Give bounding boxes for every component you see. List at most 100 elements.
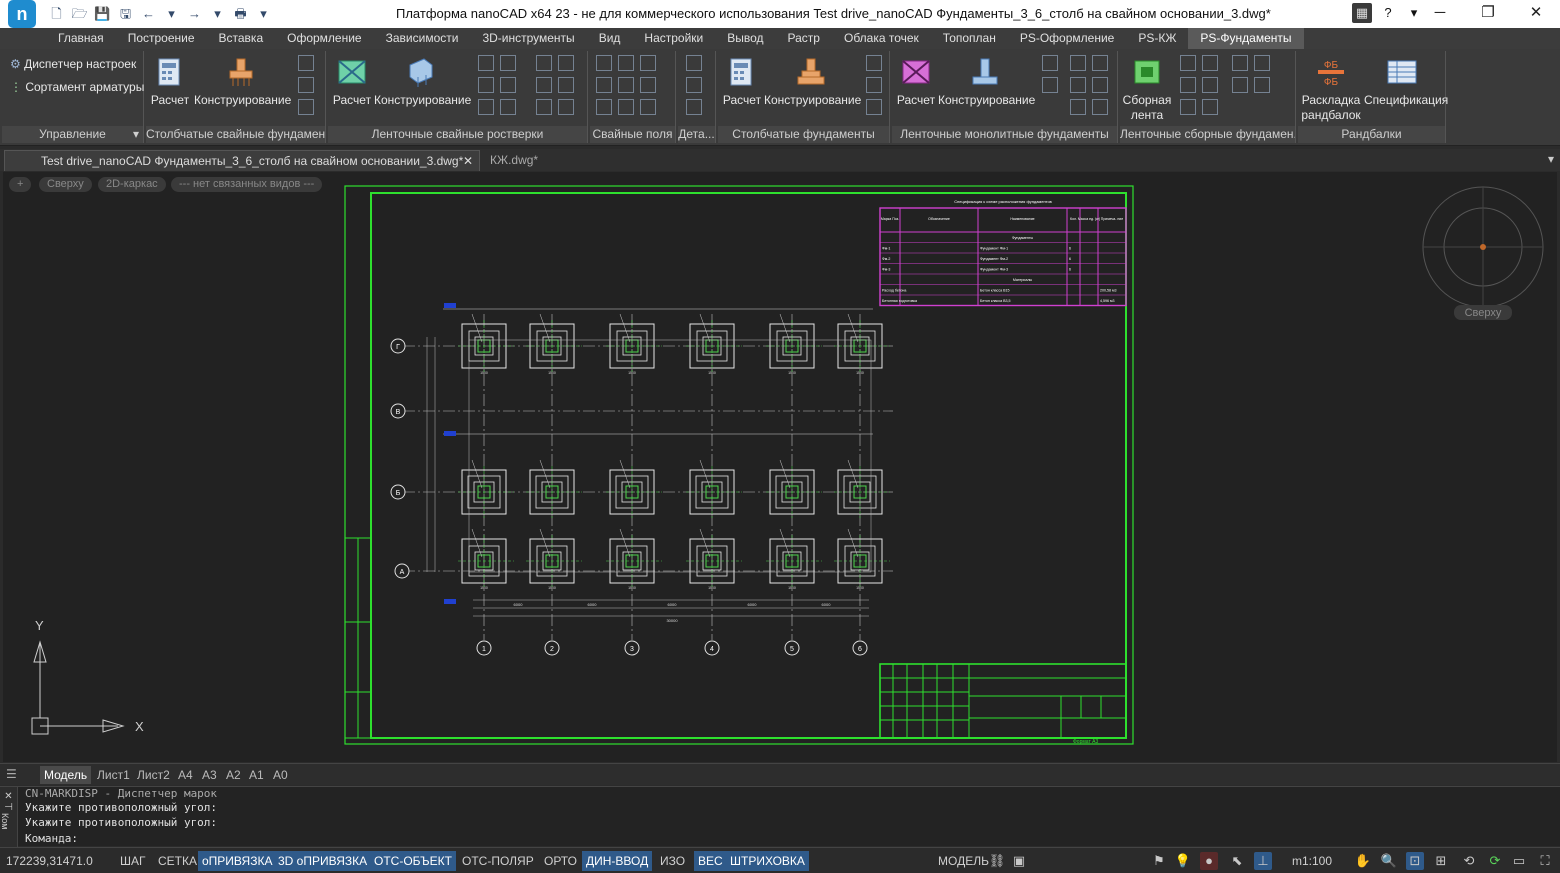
tab-a4[interactable]: А4 (174, 766, 197, 784)
p5-small-tools[interactable] (866, 55, 884, 115)
pile-field-tools[interactable] (596, 55, 636, 115)
refresh-icon[interactable]: ⟳ (1486, 852, 1504, 870)
foundation[interactable]: 1500 (526, 528, 582, 590)
design-button[interactable]: Конструирование (194, 55, 291, 108)
panel-manage-label[interactable]: Управление ▾ (2, 126, 143, 143)
foundation[interactable] (526, 459, 582, 518)
foundation[interactable]: 1500 (766, 313, 822, 375)
close-command-icon[interactable]: ✕ (0, 791, 17, 802)
foundation[interactable] (766, 459, 822, 518)
orbit-icon[interactable]: ⟲ (1460, 852, 1478, 870)
app-logo[interactable]: n (8, 0, 36, 28)
cursor-coordinates[interactable]: 172239,31471.0 (2, 851, 97, 871)
zoom-window-icon[interactable]: ⊡ (1406, 852, 1424, 870)
pin-command-icon[interactable]: ⊣ (0, 802, 17, 813)
foundation[interactable]: 1500 (766, 528, 822, 590)
close-button[interactable]: ✕ (1512, 0, 1560, 28)
tab-insert[interactable]: Вставка (207, 28, 276, 49)
pile-field-tools-2[interactable] (640, 55, 658, 115)
status-toggle[interactable]: ОТС-ОБЪЕКТ (370, 851, 456, 871)
settings-manager-button[interactable]: ⚙ Диспетчер настроек (10, 57, 136, 71)
save-as-icon[interactable]: 🖫 (117, 6, 134, 22)
foundation[interactable]: 1500 (686, 528, 742, 590)
fullscreen-icon[interactable]: ⛶ (1536, 852, 1554, 870)
foundation[interactable]: 1500 (458, 528, 514, 590)
minimize-button[interactable]: ─ (1416, 0, 1464, 28)
maximize-button[interactable]: ❐ (1464, 0, 1512, 28)
p1-small-tools[interactable] (298, 55, 316, 115)
status-toggle[interactable]: ИЗО (656, 851, 689, 871)
status-toggle[interactable]: 3D оПРИВЯЗКА (274, 851, 372, 871)
tab-ps-annotate[interactable]: PS-Оформление (1008, 28, 1127, 49)
tab-topoplan[interactable]: Топоплан (931, 28, 1008, 49)
layer-isolate-icon[interactable]: ⚑ (1150, 852, 1168, 870)
status-toggle[interactable]: ШТРИХОВКА (726, 851, 809, 871)
qat-customize-icon[interactable]: ▾ (255, 6, 272, 22)
open-file-icon[interactable]: 🗁 (71, 6, 88, 22)
p6-small-tools[interactable] (1042, 55, 1060, 93)
design-button[interactable]: Конструирование (938, 55, 1035, 108)
design-button[interactable]: Конструирование (764, 55, 861, 108)
foundation[interactable]: 1500 (834, 313, 890, 375)
foundation[interactable]: 1500 (606, 528, 662, 590)
pan-icon[interactable]: ✋ (1354, 852, 1372, 870)
status-toggle[interactable]: ВЕС (694, 851, 727, 871)
tab-sheet1[interactable]: Лист1 (93, 766, 134, 784)
foundation[interactable] (606, 459, 662, 518)
display-settings-icon[interactable]: ▭ (1510, 852, 1528, 870)
undo-icon[interactable]: ← (140, 6, 157, 22)
grade-beam-layout-button[interactable]: ФБ ФБ Раскладка рандбалок (1300, 55, 1362, 123)
foundation[interactable]: 1500 (834, 528, 890, 590)
calc-button[interactable]: Расчет (894, 55, 938, 108)
tab-output[interactable]: Вывод (715, 28, 775, 49)
p6-small-tools-2[interactable] (1070, 55, 1110, 115)
record-icon[interactable]: ● (1200, 852, 1218, 870)
calc-button[interactable]: Расчет (150, 55, 190, 108)
tab-point-clouds[interactable]: Облака точек (832, 28, 931, 49)
redo-icon[interactable]: → (186, 6, 203, 22)
tab-a1[interactable]: А1 (245, 766, 268, 784)
annotation-scale[interactable]: m1:100 (1288, 851, 1336, 871)
status-toggle[interactable]: ОТС-ПОЛЯР (458, 851, 538, 871)
tab-ps-foundations[interactable]: PS-Фундаменты (1188, 28, 1304, 49)
viewcube-label[interactable]: Сверху (1465, 307, 1502, 319)
foundation[interactable]: 1500 (458, 313, 514, 375)
close-tab-icon[interactable]: ✕ (463, 151, 473, 172)
document-tab-kzh[interactable]: КЖ.dwg* (480, 150, 546, 171)
tab-view[interactable]: Вид (587, 28, 633, 49)
tabs-menu-icon[interactable]: ▾ (1548, 152, 1554, 166)
p7-small-tools-2[interactable] (1232, 55, 1272, 93)
tab-3d-tools[interactable]: 3D-инструменты (470, 28, 586, 49)
tab-annotate[interactable]: Оформление (275, 28, 373, 49)
tab-a0[interactable]: А0 (269, 766, 292, 784)
workspace-icon[interactable]: ▦ (1352, 3, 1372, 23)
foundation[interactable]: 1500 (526, 313, 582, 375)
rebar-assortment-button[interactable]: ⋮ Сортамент арматуры (10, 80, 144, 94)
foundation[interactable]: 1500 (686, 313, 742, 375)
tab-settings[interactable]: Настройки (632, 28, 715, 49)
tab-model[interactable]: Модель (40, 766, 92, 784)
tab-sheet2[interactable]: Лист2 (133, 766, 174, 784)
specification-button[interactable]: Спецификация (1364, 55, 1448, 108)
status-toggle[interactable]: СЕТКА (154, 851, 201, 871)
drawing-viewport[interactable]: + Сверху 2D-каркас --- нет связанных вид… (3, 172, 1557, 762)
lightbulb-icon[interactable]: 💡 (1174, 852, 1192, 870)
status-toggle[interactable]: ДИН-ВВОД (582, 851, 653, 871)
tab-ps-kzh[interactable]: PS-КЖ (1126, 28, 1188, 49)
print-icon[interactable]: 🖶 (232, 6, 249, 22)
design-button[interactable]: Конструирование (374, 55, 471, 108)
document-tab-active[interactable]: Test drive_nanoCAD Фундаменты_3_6_столб … (4, 150, 480, 171)
redo-dropdown-icon[interactable]: ▾ (209, 6, 226, 22)
save-icon[interactable]: 💾 (94, 6, 111, 22)
tab-a2[interactable]: А2 (222, 766, 245, 784)
tab-raster[interactable]: Растр (776, 28, 832, 49)
viewport-icon[interactable]: ⛓ (988, 852, 1006, 870)
calc-button[interactable]: Расчет (720, 55, 764, 108)
command-prompt[interactable]: Команда: (25, 832, 78, 845)
annotation-monitor-icon[interactable]: ▣ (1010, 852, 1028, 870)
detail-tools[interactable] (686, 55, 704, 115)
p2-small-tools-2[interactable] (536, 55, 576, 115)
zoom-icon[interactable]: 🔍 (1380, 852, 1398, 870)
p7-small-tools[interactable] (1180, 55, 1220, 115)
status-toggle[interactable]: ШАГ (116, 851, 150, 871)
